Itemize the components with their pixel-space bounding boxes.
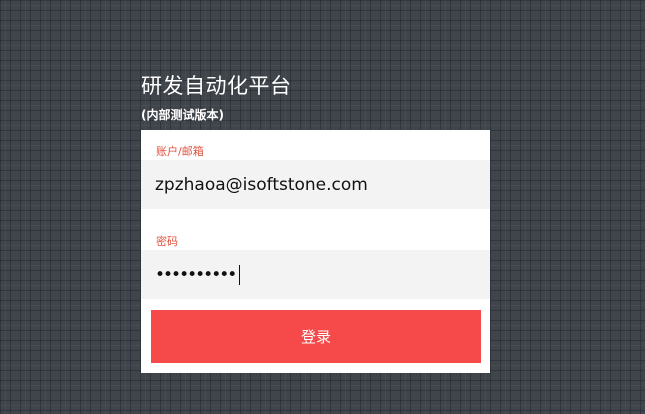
page-title: 研发自动化平台 [141, 74, 292, 98]
account-label: 账户/邮箱 [156, 145, 204, 158]
password-label: 密码 [156, 235, 178, 248]
login-card: 账户/邮箱 zpzhaoa@isoftstone.com 密码 ••••••••… [141, 130, 490, 373]
account-field[interactable]: zpzhaoa@isoftstone.com [141, 160, 490, 209]
password-value: •••••••••• [155, 264, 237, 285]
version-subtitle: (内部测试版本) [141, 108, 224, 122]
login-button[interactable]: 登录 [151, 310, 481, 363]
account-value: zpzhaoa@isoftstone.com [155, 174, 368, 195]
password-field[interactable]: •••••••••• [141, 250, 490, 299]
text-caret [239, 264, 241, 285]
